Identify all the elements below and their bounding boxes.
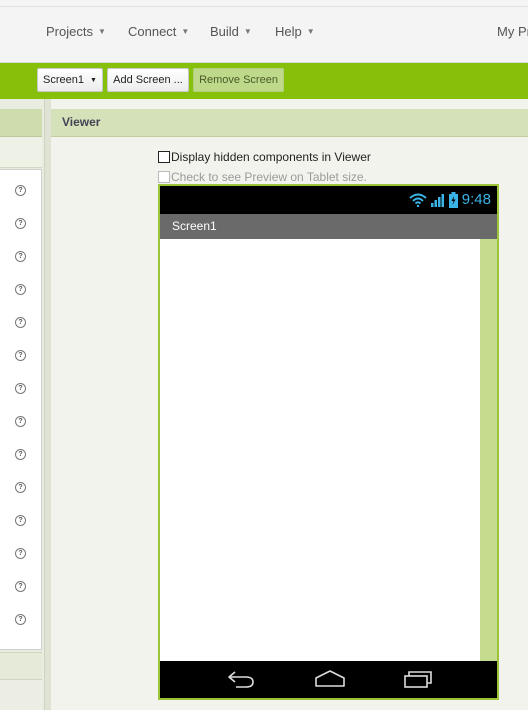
screen-select-dropdown[interactable]: Screen1 ▼	[37, 68, 103, 92]
phone-preview: 9:48 Screen1	[158, 184, 499, 700]
help-icon[interactable]: ?	[15, 284, 26, 295]
my-projects-link[interactable]: My Pr	[497, 24, 528, 39]
help-icon[interactable]: ?	[15, 350, 26, 361]
status-icons: 9:48	[409, 191, 491, 208]
help-icon[interactable]: ?	[15, 317, 26, 328]
wifi-icon	[409, 193, 427, 207]
display-hidden-label: Display hidden components in Viewer	[171, 150, 371, 164]
screen-canvas[interactable]	[160, 239, 480, 661]
remove-screen-button[interactable]: Remove Screen	[193, 68, 284, 92]
panel-divider[interactable]	[44, 99, 51, 710]
menu-projects-label: Projects	[46, 24, 93, 39]
palette-panel: ? ? ? ? ? ? ? ? ? ? ? ? ? ?	[0, 99, 44, 710]
top-menu-bar: Projects ▼ Connect ▼ Build ▼ Help ▼ My Pr	[0, 0, 528, 63]
palette-search-area	[0, 137, 42, 168]
screen-select-label: Screen1	[43, 74, 85, 86]
menu-help[interactable]: Help ▼	[275, 24, 315, 39]
palette-header	[0, 109, 42, 137]
chevron-down-icon: ▼	[306, 27, 315, 36]
tablet-preview-row: Check to see Preview on Tablet size.	[158, 170, 367, 184]
phone-status-bar: 9:48	[160, 186, 497, 214]
display-hidden-checkbox[interactable]	[158, 151, 170, 163]
chevron-down-icon: ▼	[97, 27, 106, 36]
menu-connect[interactable]: Connect ▼	[128, 24, 189, 39]
viewer-header: Viewer	[51, 109, 528, 137]
help-icon[interactable]: ?	[15, 416, 26, 427]
phone-title-bar[interactable]: Screen1	[160, 214, 497, 239]
status-time: 9:48	[461, 191, 491, 208]
screen-toolbar: Screen1 ▼ Add Screen ... Remove Screen	[0, 63, 528, 99]
chevron-down-icon: ▼	[181, 27, 190, 36]
help-icon[interactable]: ?	[15, 614, 26, 625]
top-border	[0, 6, 528, 7]
palette-category-header[interactable]	[0, 680, 42, 710]
help-icon[interactable]: ?	[15, 185, 26, 196]
chevron-down-icon: ▼	[90, 76, 97, 84]
help-icon[interactable]: ?	[15, 251, 26, 262]
tablet-preview-label: Check to see Preview on Tablet size.	[171, 170, 367, 184]
phone-nav-bar	[160, 661, 497, 698]
phone-screen-title: Screen1	[172, 219, 217, 233]
recent-apps-icon[interactable]	[403, 669, 433, 689]
help-icon[interactable]: ?	[15, 218, 26, 229]
menu-build[interactable]: Build ▼	[210, 24, 252, 39]
help-icon[interactable]: ?	[15, 449, 26, 460]
palette-component-list: ? ? ? ? ? ? ? ? ? ? ? ? ? ?	[0, 169, 42, 650]
help-icon[interactable]: ?	[15, 482, 26, 493]
menu-connect-label: Connect	[128, 24, 177, 39]
signal-icon	[430, 193, 444, 207]
help-icon[interactable]: ?	[15, 383, 26, 394]
display-hidden-row: Display hidden components in Viewer	[158, 150, 371, 164]
add-screen-button[interactable]: Add Screen ...	[107, 68, 189, 92]
battery-icon	[448, 191, 458, 208]
menu-build-label: Build	[210, 24, 239, 39]
phone-scrollbar[interactable]	[480, 239, 497, 661]
back-icon[interactable]	[226, 669, 256, 689]
help-icon[interactable]: ?	[15, 581, 26, 592]
menu-projects[interactable]: Projects ▼	[46, 24, 106, 39]
palette-category-header[interactable]	[0, 652, 42, 680]
home-icon[interactable]	[314, 669, 346, 689]
help-icon[interactable]: ?	[15, 515, 26, 526]
viewer-title: Viewer	[62, 115, 101, 129]
help-icon[interactable]: ?	[15, 548, 26, 559]
chevron-down-icon: ▼	[243, 27, 252, 36]
tablet-preview-checkbox[interactable]	[158, 171, 170, 183]
menu-help-label: Help	[275, 24, 302, 39]
